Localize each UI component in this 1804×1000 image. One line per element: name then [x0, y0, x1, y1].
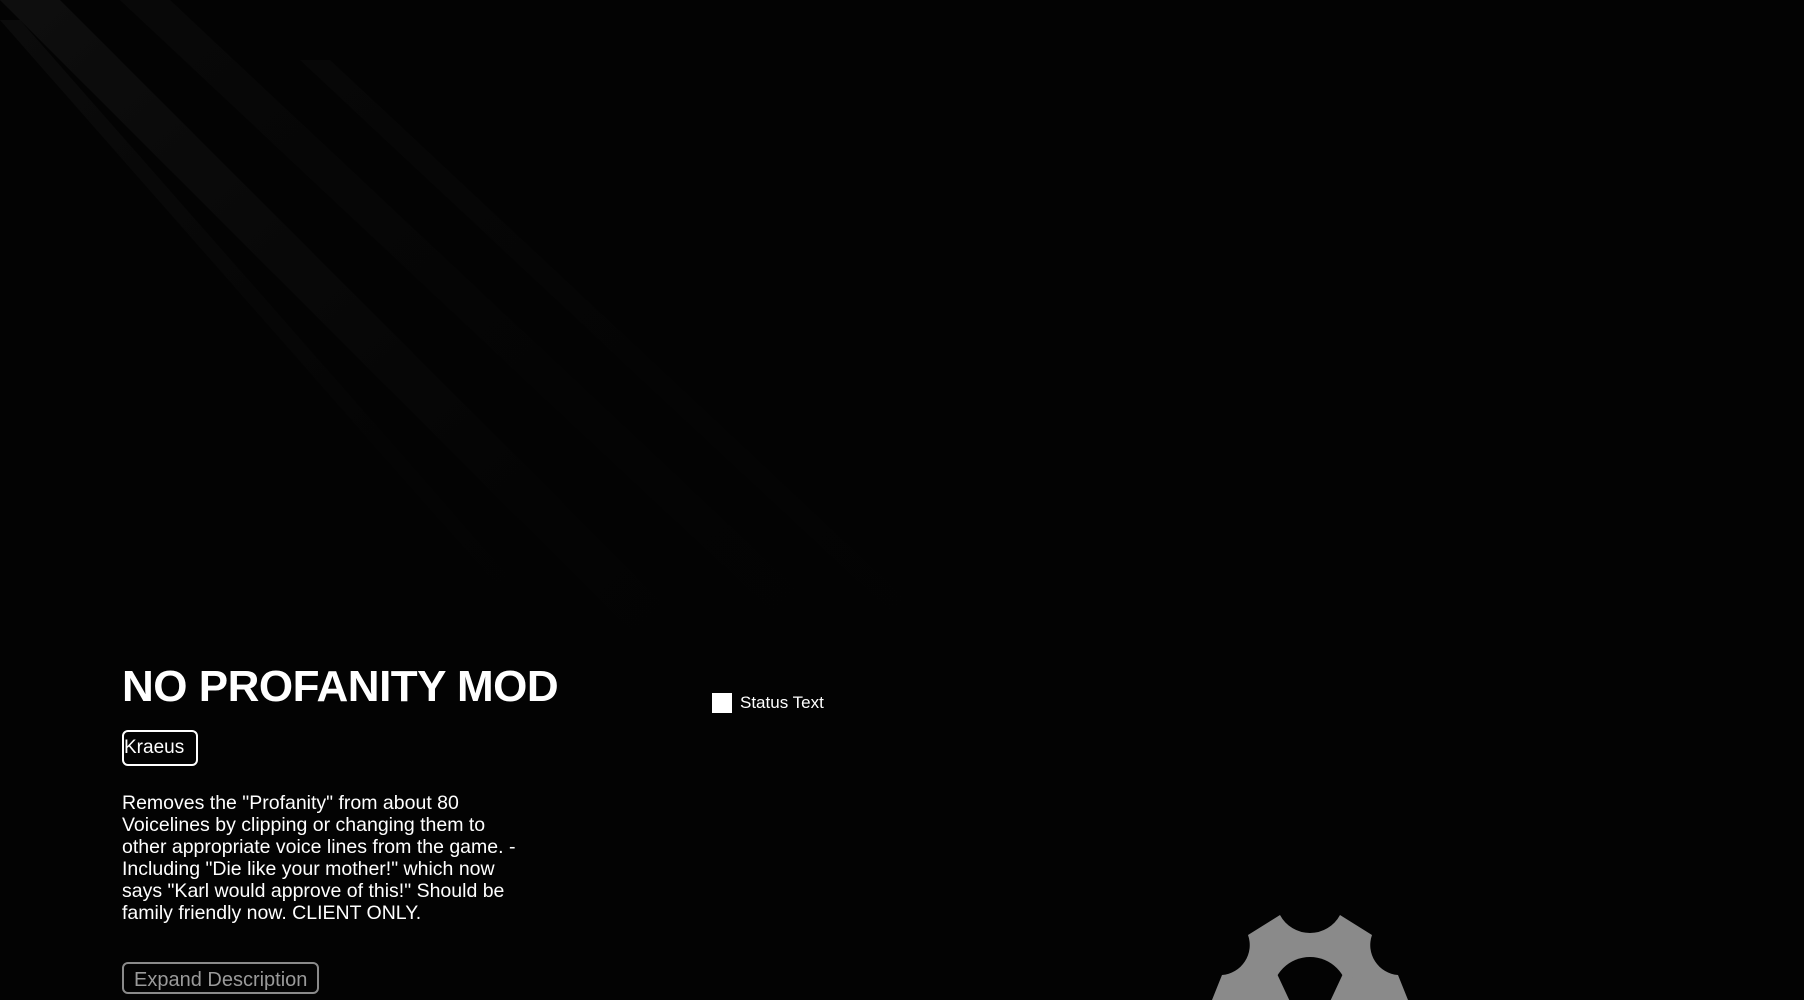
author-button[interactable]: Kraeus: [122, 730, 199, 766]
expand-description-button[interactable]: Expand Description: [122, 962, 320, 994]
gear-icon: [1212, 915, 1408, 1000]
mod-details-screen: NO PROFANITY MOD Kraeus Removes the "Pro…: [0, 0, 1804, 1000]
status-text: Status Text: [740, 693, 824, 712]
mod-title: NO PROFANITY MOD: [122, 662, 559, 711]
mod-description: Removes the "Profanity" from about 80 Vo…: [122, 792, 516, 924]
status-indicator: Status Text: [712, 693, 824, 713]
status-square-icon: [712, 693, 732, 713]
